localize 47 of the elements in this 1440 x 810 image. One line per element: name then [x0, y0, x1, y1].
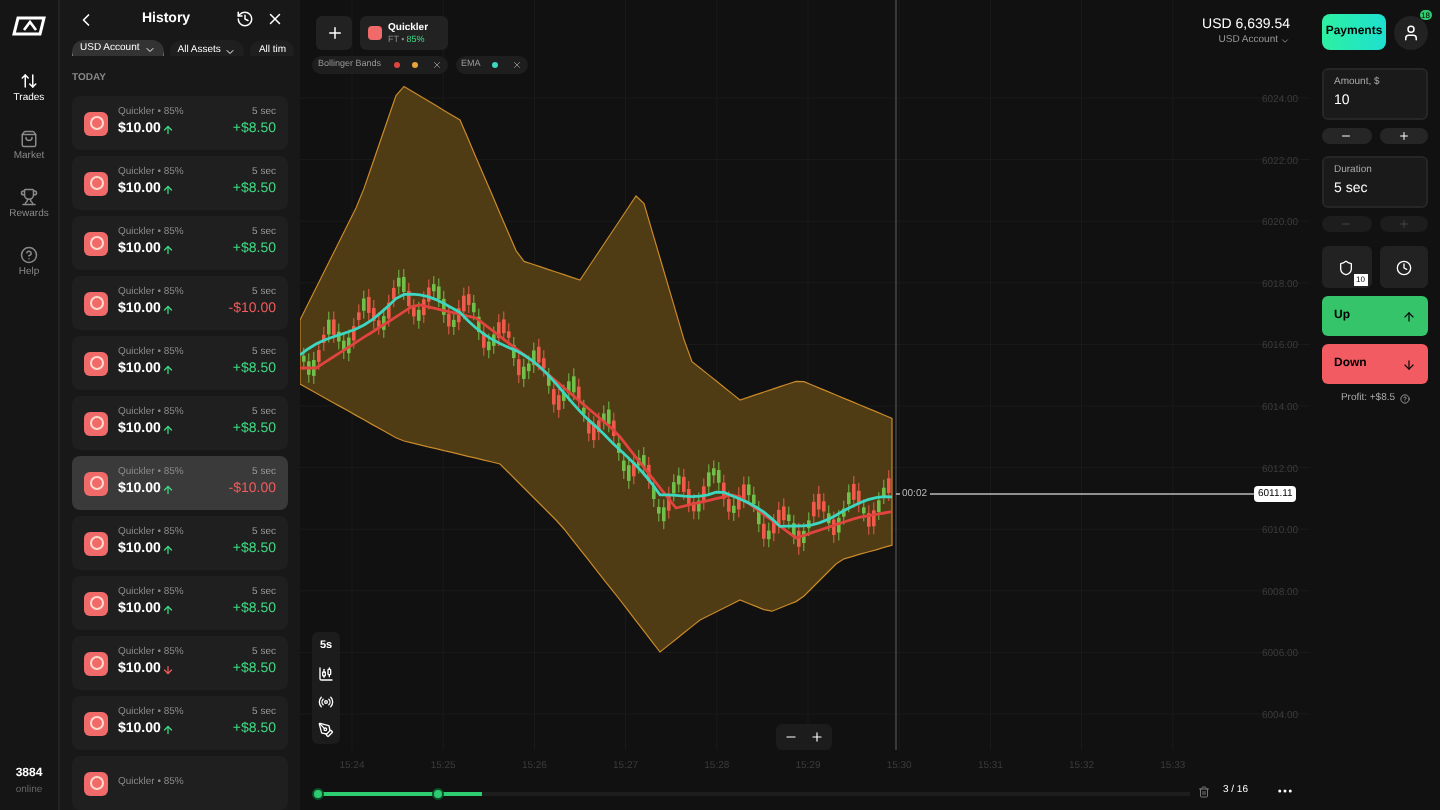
- minus-icon: [1340, 218, 1353, 230]
- decrease-button[interactable]: [1322, 128, 1371, 144]
- drawing-tool-icon[interactable]: [318, 722, 334, 739]
- arrow-down-icon: [1402, 357, 1416, 371]
- plus-icon: [325, 24, 343, 42]
- asset-icon: [84, 771, 108, 795]
- shield-icon: [1338, 259, 1355, 275]
- logo-icon: [11, 16, 47, 36]
- caret-icon: [224, 45, 237, 55]
- avatar[interactable]: [1394, 15, 1428, 49]
- plus-icon: [1397, 218, 1410, 230]
- asset-icon: [84, 471, 108, 495]
- rail-tab-icon: [19, 188, 38, 206]
- asset-icon: [84, 711, 108, 735]
- rail-tab-icon: [19, 246, 38, 264]
- trash-icon[interactable]: [1198, 785, 1211, 797]
- asset-icon: [84, 531, 108, 555]
- asset-icon: [84, 351, 108, 375]
- asset-icon: [84, 291, 108, 315]
- zoom-out-icon[interactable]: [784, 730, 798, 744]
- timer-button[interactable]: [1379, 246, 1428, 288]
- asset-icon: [368, 26, 382, 40]
- plus-icon: [1397, 130, 1410, 142]
- candlestick-icon[interactable]: [318, 666, 334, 683]
- clock-icon: [1395, 259, 1412, 275]
- close-icon[interactable]: [266, 10, 284, 29]
- range-handle[interactable]: [312, 788, 324, 800]
- asset-icon: [84, 231, 108, 255]
- history-icon[interactable]: [236, 10, 254, 29]
- caret-icon: [143, 44, 156, 55]
- range-handle[interactable]: [432, 788, 444, 800]
- help-icon[interactable]: [1399, 394, 1410, 405]
- increase-button[interactable]: [1379, 128, 1428, 144]
- add-asset-button[interactable]: [316, 16, 352, 50]
- asset-icon: [84, 651, 108, 675]
- arrow-up-icon: [1402, 309, 1416, 323]
- minus-icon: [1340, 130, 1353, 142]
- signal-icon[interactable]: [318, 694, 334, 711]
- asset-icon: [84, 411, 108, 435]
- asset-icon: [84, 171, 108, 195]
- asset-icon: [84, 111, 108, 135]
- zoom-in-icon[interactable]: [810, 730, 824, 744]
- rail-tab-icon: [19, 72, 38, 90]
- rail-tab-icon: [19, 130, 38, 148]
- caret-icon: [1280, 36, 1290, 47]
- asset-icon: [84, 591, 108, 615]
- user-icon: [1402, 23, 1420, 41]
